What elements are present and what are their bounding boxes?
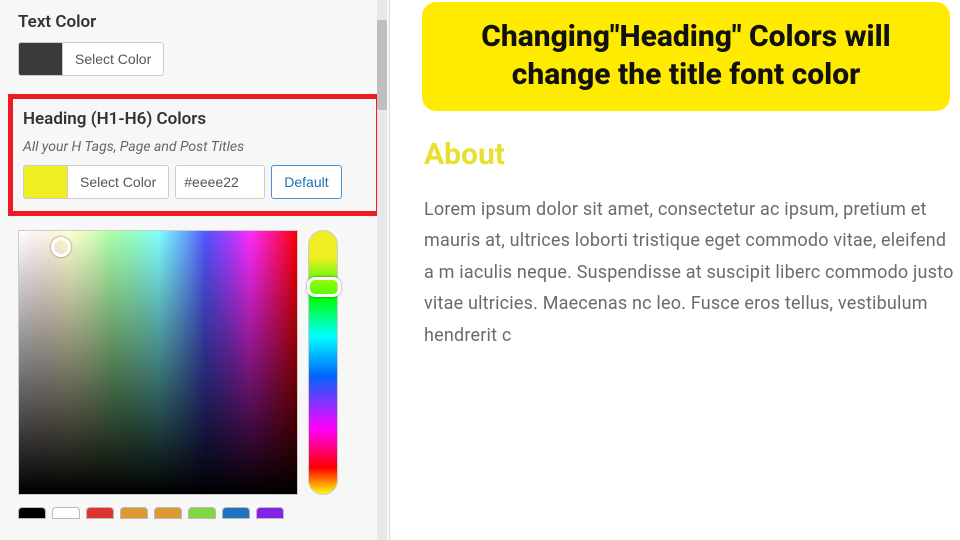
palette-swatch[interactable] [86,507,114,519]
heading-color-subtitle: All your H Tags, Page and Post Titles [23,139,366,155]
saturation-value-area[interactable] [18,230,298,495]
customizer-panel: Text Color Select Color Heading (H1-H6) … [0,0,390,540]
text-color-swatch[interactable] [18,42,62,76]
palette-swatch[interactable] [222,507,250,519]
palette-swatch[interactable] [18,507,46,519]
heading-color-default-button[interactable]: Default [271,165,341,199]
saturation-cursor[interactable] [51,237,71,257]
hue-slider[interactable] [308,230,338,495]
hue-thumb[interactable] [307,277,341,297]
callout-box: Changing"Heading" Colors will change the… [422,2,950,111]
about-heading: About [424,137,960,172]
heading-color-hex-input[interactable] [175,165,265,199]
color-picker [18,230,371,495]
palette-swatch[interactable] [52,507,80,519]
palette-row [18,507,371,519]
text-color-row: Select Color [18,42,371,76]
heading-color-title: Heading (H1-H6) Colors [23,109,366,129]
heading-color-highlight: Heading (H1-H6) Colors All your H Tags, … [8,94,381,216]
body-paragraph: Lorem ipsum dolor sit amet, consectetur … [424,194,960,352]
heading-color-select-button[interactable]: Select Color [67,165,169,199]
palette-swatch[interactable] [120,507,148,519]
heading-color-row: Select Color Default [23,165,366,199]
text-color-title: Text Color [18,12,371,32]
callout-text: Changing"Heading" Colors will change the… [450,18,922,95]
heading-color-swatch[interactable] [23,165,67,199]
text-color-select-button[interactable]: Select Color [62,42,164,76]
scrollbar-thumb[interactable] [377,20,387,110]
palette-swatch[interactable] [256,507,284,519]
palette-swatch[interactable] [154,507,182,519]
palette-swatch[interactable] [188,507,216,519]
preview-content: About Lorem ipsum dolor sit amet, consec… [418,137,960,352]
preview-panel: Changing"Heading" Colors will change the… [390,0,960,540]
